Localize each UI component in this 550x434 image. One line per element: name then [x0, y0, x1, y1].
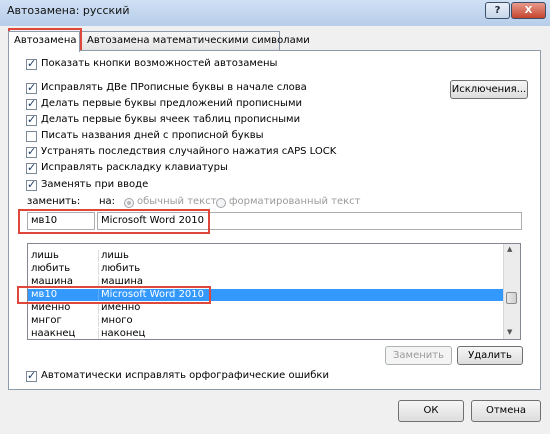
scroll-thumb[interactable] [506, 292, 517, 304]
capitalize-days-checkbox[interactable] [26, 131, 37, 142]
ok-button[interactable]: ОК [398, 400, 464, 422]
list-cell-replace: мнгог [31, 315, 62, 326]
plain-text-radio[interactable] [124, 198, 134, 208]
list-cell-with: любить [101, 263, 141, 274]
spelling-checkbox[interactable] [26, 369, 37, 382]
list-scrollbar[interactable]: ▲ ▼ [503, 244, 520, 339]
list-row[interactable]: любить любить [28, 263, 505, 275]
spelling-label: Автоматически исправлять орфографические… [41, 370, 329, 381]
caps-lock-label: Устранять последствия случайного нажатия… [41, 146, 337, 157]
caps-lock-checkbox[interactable] [26, 145, 37, 158]
title-bar[interactable]: Автозамена: русский ? X [0, 0, 550, 26]
list-cell-with: наконец [101, 328, 146, 339]
replace-as-you-type-checkbox[interactable] [26, 178, 37, 191]
replace-as-you-type-label: Заменять при вводе [41, 179, 149, 190]
show-buttons-checkbox[interactable] [26, 57, 37, 70]
list-cell-with: много [101, 315, 133, 326]
help-button[interactable]: ? [485, 2, 510, 19]
capitalize-table-cells-label: Делать первые буквы ячеек таблиц прописн… [41, 114, 301, 125]
list-cell-replace: лишь [31, 250, 59, 261]
list-cell-with: лишь [101, 250, 129, 261]
autocorrect-dialog: Автозамена: русский ? X Автозамена Автоз… [0, 0, 550, 434]
capitalize-sentences-checkbox[interactable] [26, 97, 37, 110]
highlight-frame-row [17, 286, 211, 304]
replace-button[interactable]: Заменить [385, 346, 452, 365]
keyboard-layout-checkbox[interactable] [26, 161, 37, 174]
plain-text-label: обычный текст [137, 196, 217, 207]
scroll-down-icon[interactable]: ▼ [507, 328, 512, 336]
list-row[interactable]: лишь лишь [28, 250, 505, 262]
capitalize-table-cells-checkbox[interactable] [26, 113, 37, 126]
window-title: Автозамена: русский [7, 4, 130, 17]
close-button[interactable]: X [511, 2, 546, 19]
two-caps-label: Исправлять ДВе ПРописные буквы в начале … [41, 82, 307, 93]
cancel-button[interactable]: Отмена [471, 400, 541, 422]
tab-math-autocorrect[interactable]: Автозамена математическими символами [81, 31, 310, 51]
scroll-up-icon[interactable]: ▲ [507, 245, 512, 253]
keyboard-layout-label: Исправлять раскладку клавиатуры [41, 162, 228, 173]
capitalize-days-label: Писать названия дней с прописной буквы [41, 130, 264, 141]
show-buttons-label: Показать кнопки возможностей автозамены [41, 58, 278, 69]
two-caps-checkbox[interactable] [26, 81, 37, 94]
formatted-text-label: форматированный текст [229, 196, 361, 207]
tab-autocorrect[interactable]: Автозамена [8, 31, 80, 52]
replace-label: заменить: [27, 196, 81, 207]
with-label: на: [99, 196, 116, 207]
list-cell-replace: любить [31, 263, 71, 274]
capitalize-sentences-label: Делать первые буквы предложений прописны… [41, 98, 302, 109]
exceptions-button[interactable]: Исключения... [450, 80, 528, 99]
delete-button[interactable]: Удалить [457, 346, 523, 365]
list-cell-replace: наакнец [31, 328, 76, 339]
list-row[interactable]: мнгог много [28, 315, 505, 327]
list-row[interactable]: наакнец наконец [28, 328, 505, 339]
formatted-text-radio[interactable] [216, 198, 226, 208]
highlight-frame-input [18, 209, 210, 234]
